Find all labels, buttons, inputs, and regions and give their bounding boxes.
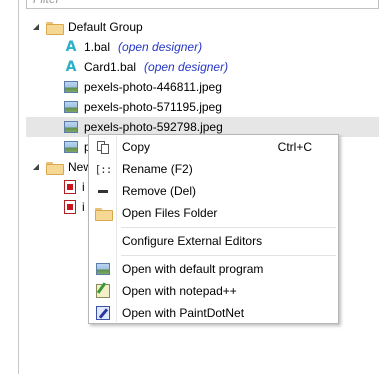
menu-item-label: Configure External Editors: [122, 234, 263, 248]
folder-icon: [46, 21, 64, 35]
image-file-icon: [91, 258, 115, 280]
menu-item-label: Copy: [122, 140, 151, 154]
tree-item[interactable]: A Card1.bal (open designer): [64, 57, 229, 77]
menu-item-label: Open Files Folder: [122, 206, 218, 220]
panel-left-border: [18, 0, 19, 374]
context-menu: Copy Ctrl+C [:: Rename (F2) Remove (Del)…: [88, 134, 339, 324]
collapse-triangle-icon[interactable]: ◢: [30, 161, 42, 173]
group-label: Default Group: [68, 20, 143, 34]
menu-item-open-notepad[interactable]: Open with notepad++: [91, 280, 336, 302]
paintdotnet-icon: [91, 302, 115, 324]
tree-item-label: 1.bal: [84, 40, 111, 54]
tree-item-label: i: [82, 200, 85, 214]
pdf-file-icon: [64, 180, 76, 194]
menu-separator: [121, 255, 336, 256]
tree-item-label: i: [82, 180, 85, 194]
image-file-icon: [64, 81, 78, 93]
remove-icon: [91, 180, 115, 202]
tree-group-new[interactable]: ◢ New: [30, 157, 92, 177]
menu-item-configure-external-editors[interactable]: Configure External Editors: [91, 230, 336, 252]
menu-item-open-paintdotnet[interactable]: Open with PaintDotNet: [91, 302, 336, 324]
copy-icon: [91, 136, 115, 158]
tree-item-label: pexels-photo-571195.jpeg: [84, 100, 222, 114]
menu-item-open-default-program[interactable]: Open with default program: [91, 258, 336, 280]
collapse-triangle-icon[interactable]: ◢: [30, 21, 42, 33]
filter-input[interactable]: [33, 0, 372, 6]
bal-file-icon: A: [65, 39, 77, 55]
image-file-icon: [64, 101, 78, 113]
rename-icon: [::: [94, 162, 113, 176]
menu-item-open-files-folder[interactable]: Open Files Folder: [91, 202, 336, 224]
menu-item-remove[interactable]: Remove (Del): [91, 180, 336, 202]
bal-file-icon: A: [65, 59, 77, 75]
open-designer-link[interactable]: (open designer): [144, 57, 228, 77]
app-root: ◢ Default Group A 1.bal (open designer) …: [0, 0, 379, 374]
tree-item[interactable]: p: [64, 137, 91, 157]
folder-icon: [46, 161, 64, 175]
open-designer-link[interactable]: (open designer): [118, 37, 202, 57]
menu-item-label: Open with default program: [122, 262, 264, 276]
filter-box[interactable]: [26, 0, 379, 9]
tree-item-label: Card1.bal: [84, 60, 137, 74]
folder-icon: [91, 202, 115, 224]
blank-icon: [91, 230, 115, 252]
tree-item-label: pexels-photo-446811.jpeg: [84, 80, 222, 94]
tree-item[interactable]: i: [64, 177, 85, 197]
pdf-file-icon: [64, 200, 76, 214]
tree-item[interactable]: pexels-photo-571195.jpeg: [64, 97, 222, 117]
menu-item-label: Open with notepad++: [122, 284, 237, 298]
menu-separator: [121, 227, 336, 228]
notepad-icon: [91, 280, 115, 302]
menu-item-label: Remove (Del): [122, 184, 197, 198]
tree-group-default[interactable]: ◢ Default Group: [30, 17, 143, 37]
menu-item-copy[interactable]: Copy Ctrl+C: [91, 136, 336, 158]
menu-item-label: Open with PaintDotNet: [122, 306, 245, 320]
image-file-icon: [64, 141, 78, 153]
tree-item[interactable]: A 1.bal (open designer): [64, 37, 203, 57]
tree-item[interactable]: i: [64, 197, 85, 217]
tree-item[interactable]: pexels-photo-446811.jpeg: [64, 77, 222, 97]
image-file-icon: [64, 121, 78, 133]
menu-item-rename[interactable]: [:: Rename (F2): [91, 158, 336, 180]
menu-item-label: Rename (F2): [122, 162, 193, 176]
menu-item-shortcut: Ctrl+C: [277, 140, 312, 154]
